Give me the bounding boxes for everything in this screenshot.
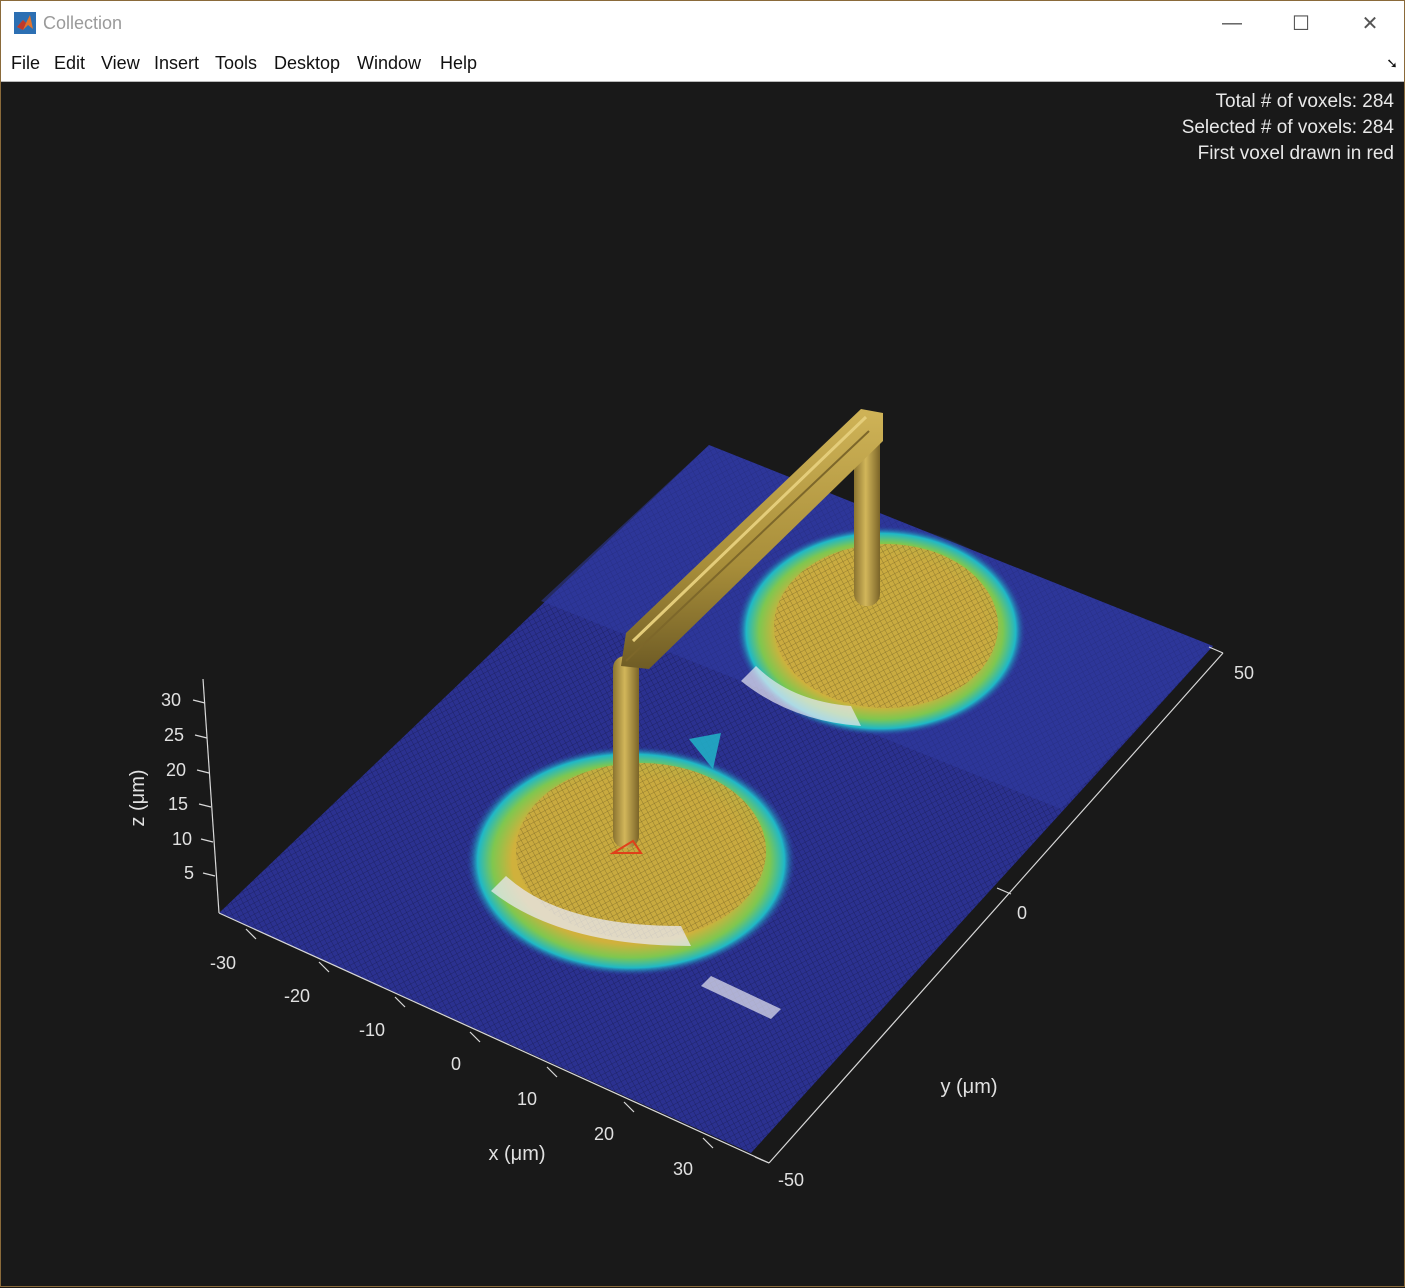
selected-voxels-text: Selected # of voxels: 284	[1181, 117, 1394, 138]
menu-window[interactable]: Window	[357, 53, 421, 74]
matlab-logo-icon	[14, 12, 36, 34]
menu-file[interactable]: File	[11, 53, 40, 74]
voxel-info: Total # of voxels: 284 Selected # of vox…	[1182, 89, 1394, 167]
axes-canvas[interactable]	[3, 83, 1404, 1286]
menu-desktop[interactable]: Desktop	[274, 53, 340, 74]
menu-tools[interactable]: Tools	[215, 53, 257, 74]
maximize-button[interactable]: ☐	[1266, 1, 1336, 45]
dock-arrow-icon[interactable]: ➘	[1386, 55, 1398, 72]
total-voxels-text: Total # of voxels: 284	[1215, 91, 1395, 112]
menu-edit[interactable]: Edit	[54, 53, 85, 74]
menu-help[interactable]: Help	[440, 53, 477, 74]
window-title: Collection	[43, 13, 123, 33]
first-voxel-note: First voxel drawn in red	[1197, 143, 1394, 164]
figure-window: Collection — ☐ ✕ File Edit View Insert T…	[0, 0, 1405, 1287]
title-bar[interactable]: Collection — ☐ ✕	[1, 1, 1404, 45]
menu-view[interactable]: View	[101, 53, 140, 74]
menu-bar: File Edit View Insert Tools Desktop Wind…	[1, 45, 1404, 82]
minimize-button[interactable]: —	[1197, 1, 1267, 45]
close-button[interactable]: ✕	[1335, 1, 1405, 45]
menu-insert[interactable]: Insert	[154, 53, 199, 74]
